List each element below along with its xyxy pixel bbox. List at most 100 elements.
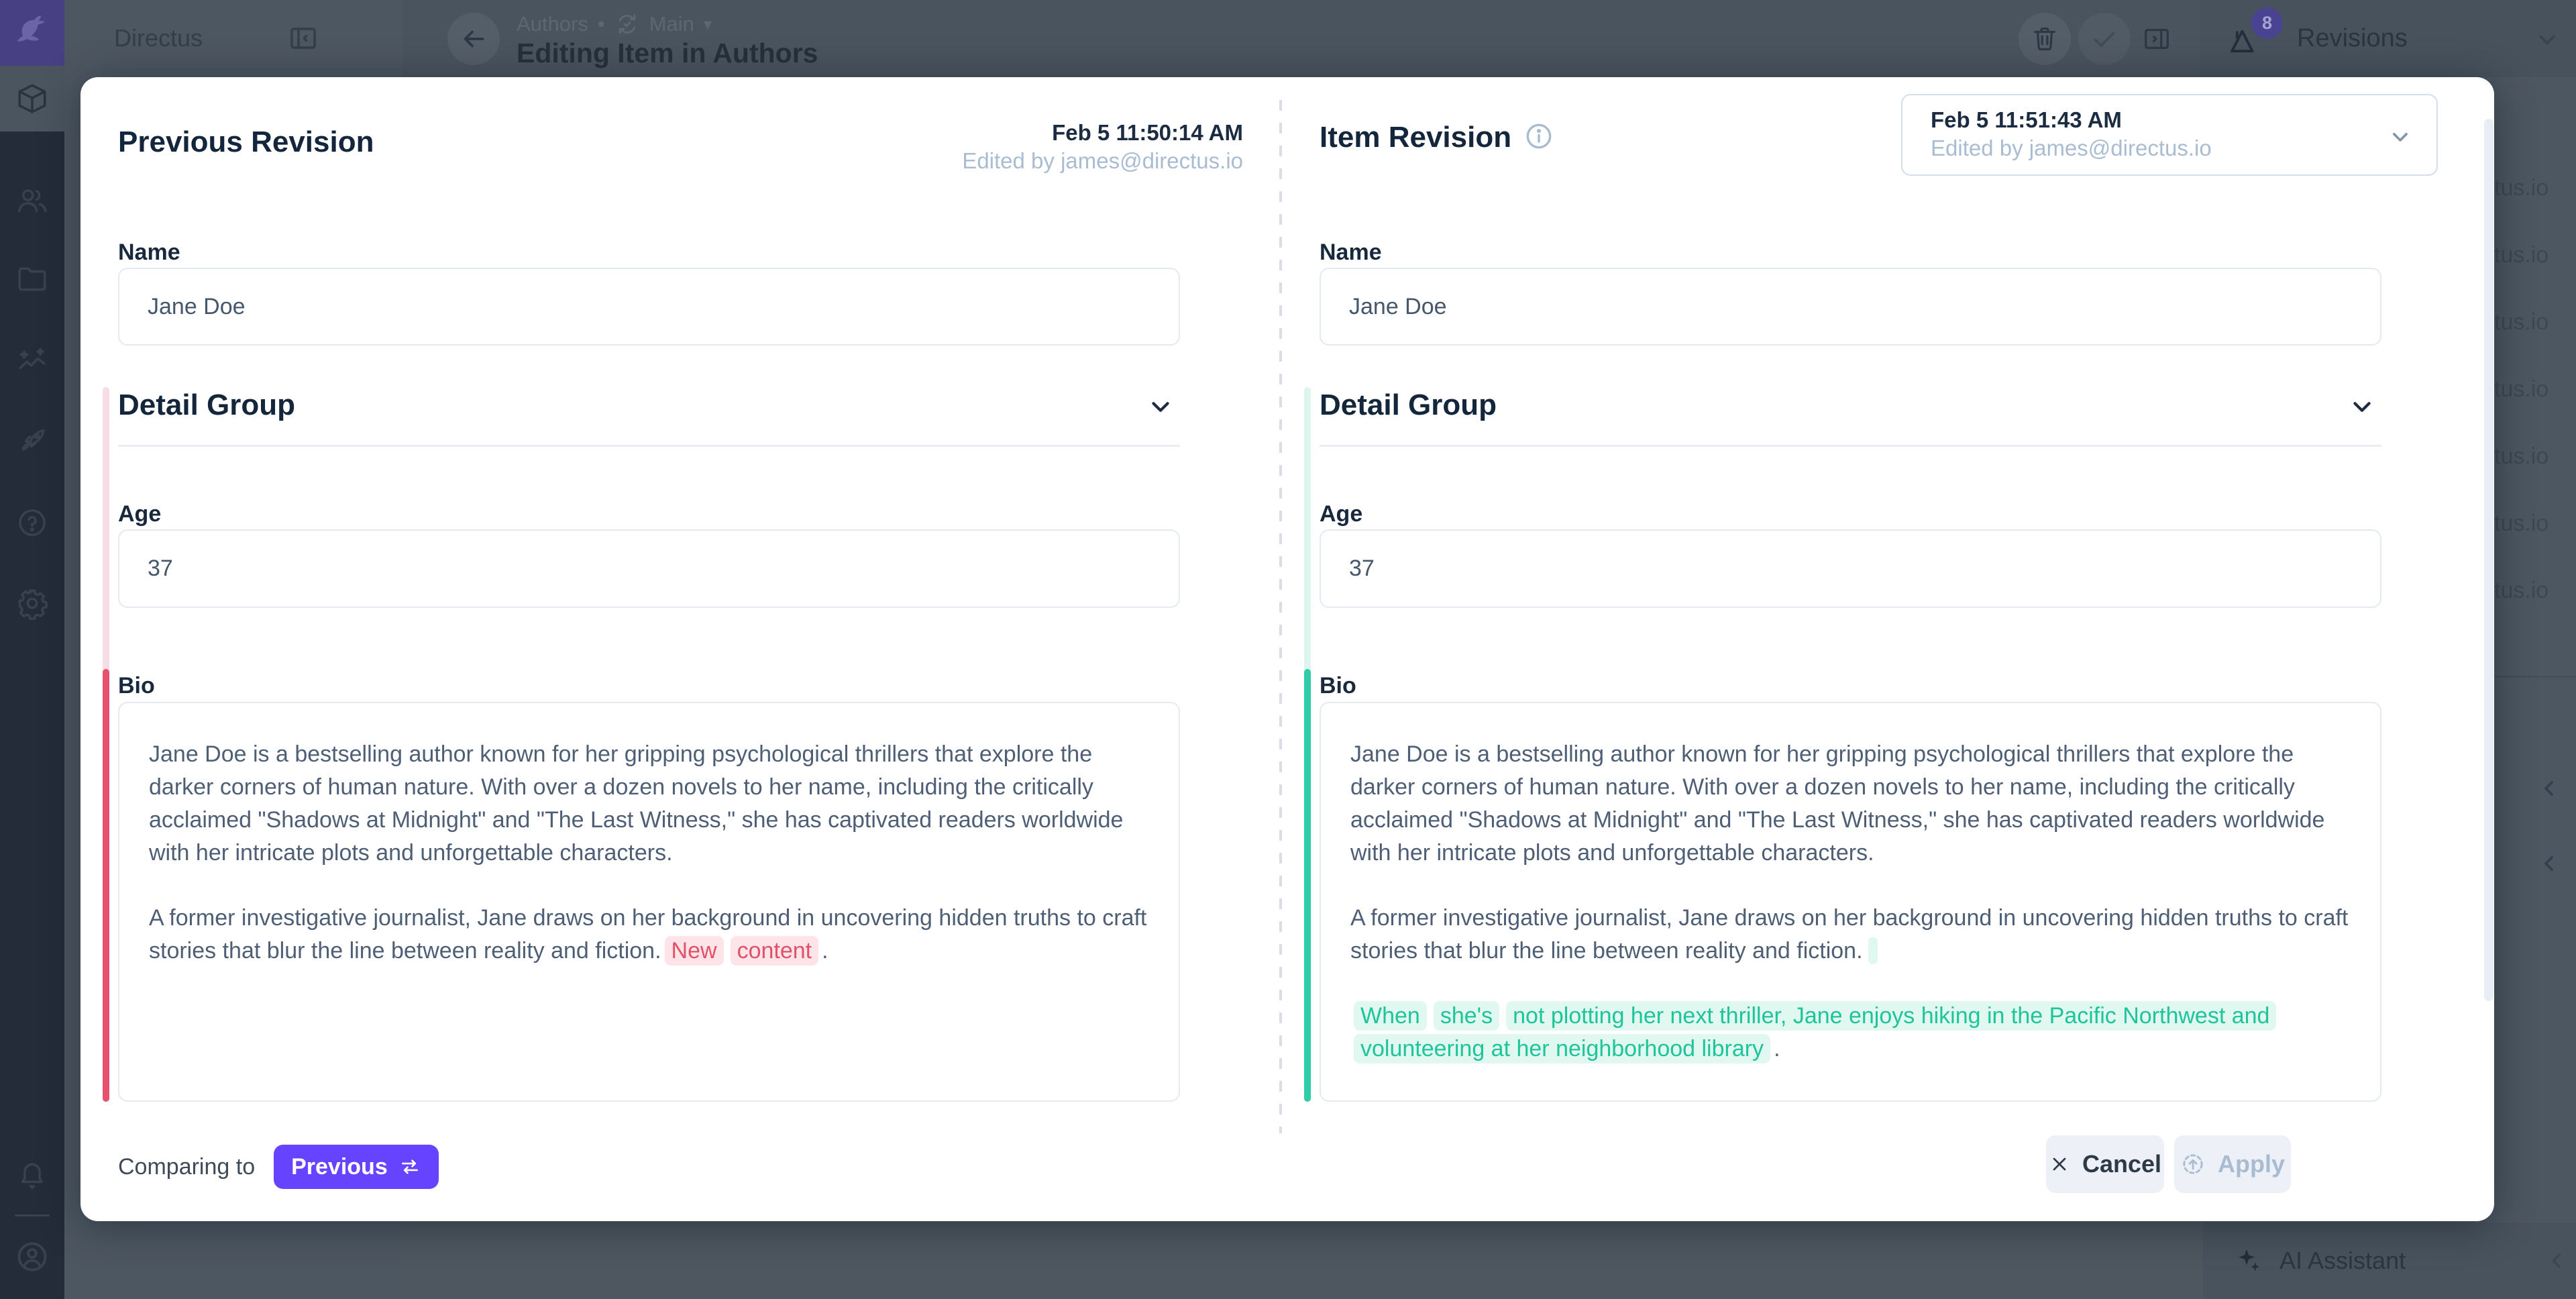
- name-field-current[interactable]: Jane Doe: [1320, 268, 2381, 346]
- diff-added-space: [1868, 937, 1878, 964]
- sidebar-title: Revisions: [2297, 0, 2408, 77]
- delete-item-button[interactable]: [2019, 13, 2071, 65]
- revision-select-dropdown[interactable]: Feb 5 11:51:43 AM Edited by james@direct…: [1901, 94, 2438, 176]
- revisions-count-badge: 8: [2251, 7, 2283, 39]
- chevron-left-icon[interactable]: [2544, 1248, 2569, 1274]
- module-item-insights[interactable]: [0, 338, 64, 385]
- name-label: Name: [118, 240, 180, 266]
- check-icon: [2089, 23, 2120, 54]
- folder-icon: [15, 262, 49, 296]
- item-revision-header: Item Revision Feb 5 11:51:43 AM Edited b…: [1320, 94, 2438, 181]
- module-item-files[interactable]: [0, 256, 64, 303]
- user-menu-button[interactable]: [0, 1233, 64, 1280]
- age-field-current[interactable]: 37: [1320, 529, 2381, 608]
- chevron-down-icon[interactable]: [1145, 391, 1176, 422]
- chevron-down-icon[interactable]: [2533, 25, 2561, 54]
- age-value: 37: [148, 556, 173, 582]
- module-item-help[interactable]: [0, 499, 64, 546]
- name-value: Jane Doe: [1349, 294, 1447, 320]
- bio-deleted-accent-bar: [103, 669, 109, 1102]
- revision-list-item[interactable]: tus.io: [2494, 175, 2575, 203]
- compare-target-label: Previous: [291, 1154, 388, 1180]
- module-bar-divider: [15, 1214, 50, 1216]
- previous-revision-title: Previous Revision: [118, 125, 374, 159]
- revision-compare-modal: Previous Revision Feb 5 11:50:14 AM Edit…: [80, 77, 2494, 1221]
- users-icon: [15, 184, 49, 217]
- item-revision-edited-by: Edited by james@directus.io: [1931, 134, 2436, 162]
- module-bar: [0, 0, 64, 1299]
- module-item-settings[interactable]: [0, 580, 64, 627]
- module-item-content[interactable]: [0, 66, 64, 132]
- back-button[interactable]: [447, 13, 500, 65]
- age-value: 37: [1349, 556, 1375, 582]
- revision-list-item[interactable]: tus.io: [2494, 242, 2575, 270]
- bio-text: A former investigative journalist, Jane …: [149, 905, 1146, 964]
- revision-list-item[interactable]: tus.io: [2494, 511, 2575, 539]
- age-field-previous[interactable]: 37: [118, 529, 1180, 608]
- diff-removed-chunk: New: [665, 936, 724, 966]
- save-item-button[interactable]: [2078, 13, 2131, 65]
- age-label: Age: [118, 501, 161, 527]
- settings-icon: [15, 586, 49, 620]
- panel-right-icon[interactable]: [2141, 23, 2172, 54]
- group-divider: [118, 445, 1180, 447]
- breadcrumb-version[interactable]: Main: [649, 12, 694, 36]
- bio-field-current[interactable]: Jane Doe is a bestselling author known f…: [1320, 702, 2381, 1102]
- insights-icon: [15, 345, 49, 378]
- modal-scrollbar[interactable]: [2484, 119, 2493, 1001]
- sidebar-divider: [2482, 676, 2576, 678]
- ai-assistant-bar[interactable]: AI Assistant: [2203, 1223, 2576, 1299]
- cancel-button[interactable]: Cancel: [2046, 1135, 2164, 1193]
- bio-paragraph: A former investigative journalist, Jane …: [149, 902, 1149, 968]
- revision-list-item[interactable]: tus.io: [2494, 376, 2575, 405]
- notifications-button[interactable]: [0, 1153, 64, 1200]
- page-title: Editing Item in Authors: [517, 38, 818, 69]
- breadcrumb[interactable]: Authors • Main ▾: [517, 11, 712, 37]
- module-item-guides[interactable]: [0, 417, 64, 464]
- detail-group-header-current[interactable]: Detail Group: [1320, 387, 2381, 427]
- box-icon: [15, 82, 49, 115]
- chevron-down-icon: [2387, 123, 2414, 150]
- revision-list-item[interactable]: tus.io: [2494, 578, 2575, 606]
- name-field-previous[interactable]: Jane Doe: [118, 268, 1180, 346]
- chevron-down-icon[interactable]: [2347, 391, 2377, 422]
- info-icon[interactable]: [1523, 121, 1554, 152]
- revision-list-item[interactable]: tus.io: [2494, 444, 2575, 472]
- chevron-left-icon[interactable]: [2536, 775, 2563, 802]
- item-revision-title: Item Revision: [1320, 121, 1554, 154]
- bio-label: Bio: [118, 673, 155, 699]
- app-root: Directus Authors • Main ▾ Editing Item i…: [0, 0, 2576, 1299]
- name-label: Name: [1320, 240, 1382, 266]
- breadcrumb-caret-icon[interactable]: ▾: [704, 15, 712, 34]
- sparkles-icon: [2233, 1245, 2263, 1276]
- bio-field-previous[interactable]: Jane Doe is a bestselling author known f…: [118, 702, 1180, 1102]
- revision-list-item[interactable]: tus.io: [2494, 309, 2575, 337]
- apply-commit-icon: [2180, 1151, 2206, 1177]
- modal-footer: Comparing to Previous Cancel Apply: [80, 1114, 2494, 1221]
- previous-revision-edited-by: Edited by james@directus.io: [962, 147, 1243, 175]
- module-item-users[interactable]: [0, 177, 64, 224]
- collapse-nav-icon[interactable]: [287, 22, 319, 54]
- detail-group-header-previous[interactable]: Detail Group: [118, 387, 1180, 427]
- age-label: Age: [1320, 501, 1362, 527]
- item-revision-timestamp: Feb 5 11:51:43 AM: [1931, 106, 2436, 134]
- arrow-left-icon: [458, 23, 489, 54]
- bio-label: Bio: [1320, 673, 1356, 699]
- close-icon: [2049, 1153, 2070, 1175]
- comparing-to-label: Comparing to: [118, 1154, 255, 1180]
- previous-revision-header: Previous Revision Feb 5 11:50:14 AM Edit…: [118, 119, 1243, 183]
- breadcrumb-collection[interactable]: Authors: [517, 12, 588, 36]
- diff-added-chunk: When: [1354, 1001, 1427, 1031]
- ai-assistant-label: AI Assistant: [2279, 1247, 2406, 1275]
- bio-text: .: [1774, 1036, 1780, 1061]
- breadcrumb-separator: •: [598, 12, 605, 36]
- diff-added-chunk: she's: [1434, 1001, 1499, 1031]
- detail-group-title: Detail Group: [118, 388, 295, 422]
- apply-button[interactable]: Apply: [2174, 1135, 2291, 1193]
- bio-added-accent-bar: [1304, 669, 1311, 1102]
- directus-logo[interactable]: [0, 0, 64, 66]
- version-sync-icon: [614, 11, 640, 37]
- previous-revision-timestamp: Feb 5 11:50:14 AM: [962, 119, 1243, 147]
- compare-target-button[interactable]: Previous: [274, 1145, 439, 1189]
- chevron-left-icon[interactable]: [2536, 850, 2563, 877]
